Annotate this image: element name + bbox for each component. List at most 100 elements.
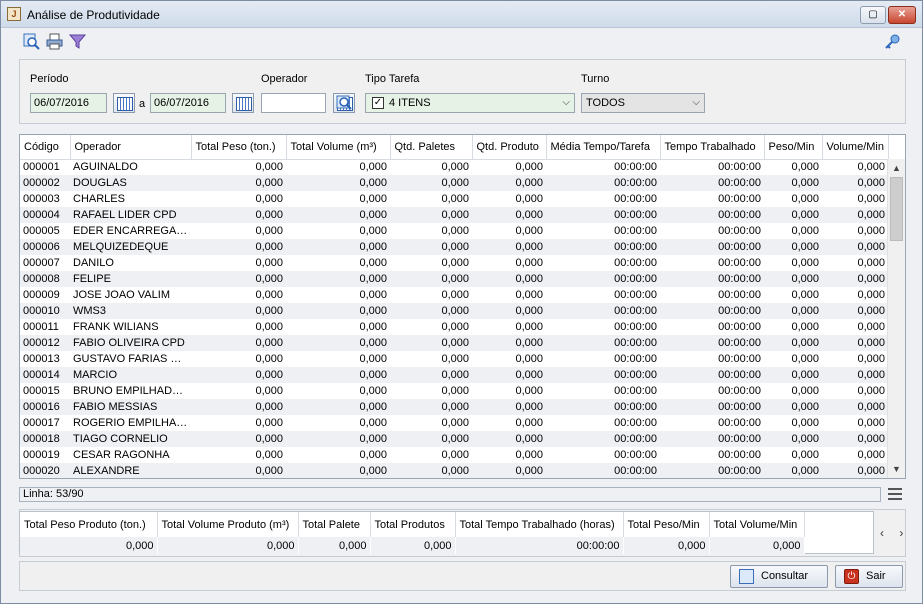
totals-table: Total Peso Produto (ton.) Total Volume Pr…: [20, 512, 805, 554]
table-row[interactable]: 000005 EDER ENCARREGADO 0,000 0,000 0,000 0,0…: [20, 223, 888, 239]
consultar-button[interactable]: Consultar: [730, 565, 828, 588]
table-cell: 0,000: [857, 417, 885, 429]
table-row[interactable]: 000012 FABIO OLIVEIRA CPD 0,000 0,000 0,000 0…: [20, 335, 888, 351]
column-header[interactable]: Volume/Min: [822, 135, 889, 160]
table-cell: 0,000: [255, 353, 283, 365]
table-cell: 0,000: [359, 321, 387, 333]
scroll-down-icon[interactable]: ▼: [888, 462, 905, 476]
table-row[interactable]: 000015 BRUNO EMPILHADEIR... 0,000 0,000 0,00…: [20, 383, 888, 399]
table-cell: 0,000: [359, 193, 387, 205]
column-header[interactable]: Qtd. Produto: [472, 135, 547, 160]
table-row[interactable]: 000011 FRANK WILIANS 0,000 0,000 0,000 0,000 0…: [20, 319, 888, 335]
sair-button[interactable]: ⏻ Sair: [835, 565, 903, 588]
calendar-from-icon[interactable]: [113, 93, 135, 113]
table-cell: 000007: [23, 257, 60, 269]
operador-search-icon[interactable]: [333, 93, 355, 113]
table-row[interactable]: 000019 CESAR RAGONHA 0,000 0,000 0,000 0,000 0…: [20, 447, 888, 463]
totals-column-header: Total Tempo Trabalhado (horas): [455, 512, 624, 537]
checkbox-icon[interactable]: ✓: [372, 97, 384, 109]
table-cell: EDER ENCARREGADO: [73, 225, 191, 237]
table-cell: 0,000: [441, 161, 469, 174]
table-cell: 0,000: [472, 303, 546, 319]
date-from-field[interactable]: 06/07/2016: [30, 93, 107, 113]
table-cell: 00:00:00: [546, 431, 660, 447]
table-cell: 0,000: [441, 257, 469, 269]
table-cell: 00:00:00: [660, 431, 764, 447]
search-report-icon[interactable]: [23, 33, 40, 50]
table-row[interactable]: 000016 FABIO MESSIAS 0,000 0,000 0,000 0,000 0…: [20, 399, 888, 415]
print-icon[interactable]: [46, 33, 63, 50]
scroll-up-icon[interactable]: ▲: [888, 161, 905, 175]
table-cell: 0,000: [764, 463, 822, 478]
totals-nav-arrows[interactable]: ‹ ›: [880, 526, 909, 540]
table-row[interactable]: 000018 TIAGO CORNELIO 0,000 0,000 0,000 0,000…: [20, 431, 888, 447]
table-cell: FRANK WILIANS: [73, 321, 159, 333]
column-header[interactable]: Média Tempo/Tarefa: [546, 135, 661, 160]
key-icon[interactable]: [884, 33, 901, 50]
table-row[interactable]: 000009 JOSE JOAO VALIM 0,000 0,000 0,000 0,00…: [20, 287, 888, 303]
operador-input[interactable]: [261, 93, 326, 113]
periodo-label: Período: [30, 73, 69, 85]
table-row[interactable]: 000004 RAFAEL LIDER CPD 0,000 0,000 0,000 0,0…: [20, 207, 888, 223]
table-cell: 000011: [23, 321, 59, 333]
turno-combo[interactable]: TODOS ⌵: [581, 93, 705, 113]
table-cell: 00:00:00: [718, 321, 761, 333]
table-cell: 0,000: [286, 207, 390, 223]
table-cell: 000012: [20, 335, 70, 351]
totals-column-header: Total Peso Produto (ton.): [20, 512, 158, 537]
close-button[interactable]: ✕: [888, 6, 916, 24]
column-header[interactable]: Operador: [70, 135, 192, 160]
table-cell: 00:00:00: [614, 225, 657, 237]
table-row[interactable]: 000002 DOUGLAS 0,000 0,000 0,000 0,000 00:00:0…: [20, 175, 888, 191]
table-cell: 0,000: [191, 239, 286, 255]
table-row[interactable]: 000001 AGUINALDO 0,000 0,000 0,000 0,000 00:00…: [20, 159, 888, 175]
column-header[interactable]: Total Volume (m³): [286, 135, 391, 160]
table-cell: 0,000: [857, 289, 885, 301]
table-cell: 0,000: [764, 431, 822, 447]
table-row[interactable]: 000008 FELIPE 0,000 0,000 0,000 0,000 00:00:00…: [20, 271, 888, 287]
table-cell: 0,000: [791, 161, 819, 174]
table-row[interactable]: 000020 ALEXANDRE 0,000 0,000 0,000 0,000 00:00…: [20, 463, 888, 478]
line-status: Linha: 53/90: [23, 488, 84, 500]
table-cell: 0,000: [857, 193, 885, 205]
column-header[interactable]: Código: [20, 135, 71, 160]
table-cell: 00:00:00: [546, 335, 660, 351]
scroll-thumb[interactable]: [890, 177, 903, 241]
table-cell: 0,000: [791, 225, 819, 237]
column-header[interactable]: Total Peso (ton.): [191, 135, 287, 160]
table-cell: 0,000: [390, 271, 472, 287]
table-cell: 00:00:00: [614, 417, 657, 429]
table-row[interactable]: 000010 WMS3 0,000 0,000 0,000 0,000 00:00:00 00…: [20, 303, 888, 319]
vertical-scrollbar[interactable]: ▲ ▼: [887, 159, 905, 478]
table-row[interactable]: 000003 CHARLES 0,000 0,000 0,000 0,000 00:00:0…: [20, 191, 888, 207]
table-cell: 0,000: [764, 239, 822, 255]
table-row[interactable]: 000014 MARCIO 0,000 0,000 0,000 0,000 00:00:00…: [20, 367, 888, 383]
table-cell: 0,000: [472, 463, 546, 478]
tipo-tarefa-combo[interactable]: ✓ 4 ITENS ⌵: [365, 93, 575, 113]
table-row[interactable]: 000013 GUSTAVO FARIAS CPD 0,000 0,000 0,000 0…: [20, 351, 888, 367]
toolbar: [1, 29, 922, 53]
productivity-table: Código Operador Total Peso (ton.) Total Vol…: [20, 135, 889, 478]
maximize-button[interactable]: ▢: [860, 6, 886, 24]
column-header[interactable]: Qtd. Paletes: [390, 135, 473, 160]
table-cell: 0,000: [390, 303, 472, 319]
table-row[interactable]: 000007 DANILO 0,000 0,000 0,000 0,000 00:00:00…: [20, 255, 888, 271]
filter-icon[interactable]: [68, 33, 87, 50]
column-header[interactable]: Tempo Trabalhado: [660, 135, 765, 160]
calendar-to-icon[interactable]: [232, 93, 254, 113]
table-cell: 00:00:00: [546, 303, 660, 319]
column-header[interactable]: Peso/Min: [764, 135, 823, 160]
table-row[interactable]: 000006 MELQUIZEDEQUE 0,000 0,000 0,000 0,000 0…: [20, 239, 888, 255]
table-cell: 00:00:00: [660, 271, 764, 287]
table-row[interactable]: 000017 ROGERIO EMPILHAD... 0,000 0,000 0,000…: [20, 415, 888, 431]
table-cell: 00:00:00: [614, 353, 657, 365]
chevron-down-icon[interactable]: ⌵: [562, 94, 570, 112]
menu-icon[interactable]: [888, 488, 902, 500]
date-to-field[interactable]: 06/07/2016: [150, 93, 226, 113]
table-cell: DANILO: [73, 257, 114, 269]
table-cell: 0,000: [791, 385, 819, 397]
chevron-down-icon[interactable]: ⌵: [692, 94, 700, 112]
totals-column-header: Total Peso/Min: [623, 512, 710, 537]
table-cell: 0,000: [255, 289, 283, 301]
table-cell: MELQUIZEDEQUE: [70, 239, 191, 255]
